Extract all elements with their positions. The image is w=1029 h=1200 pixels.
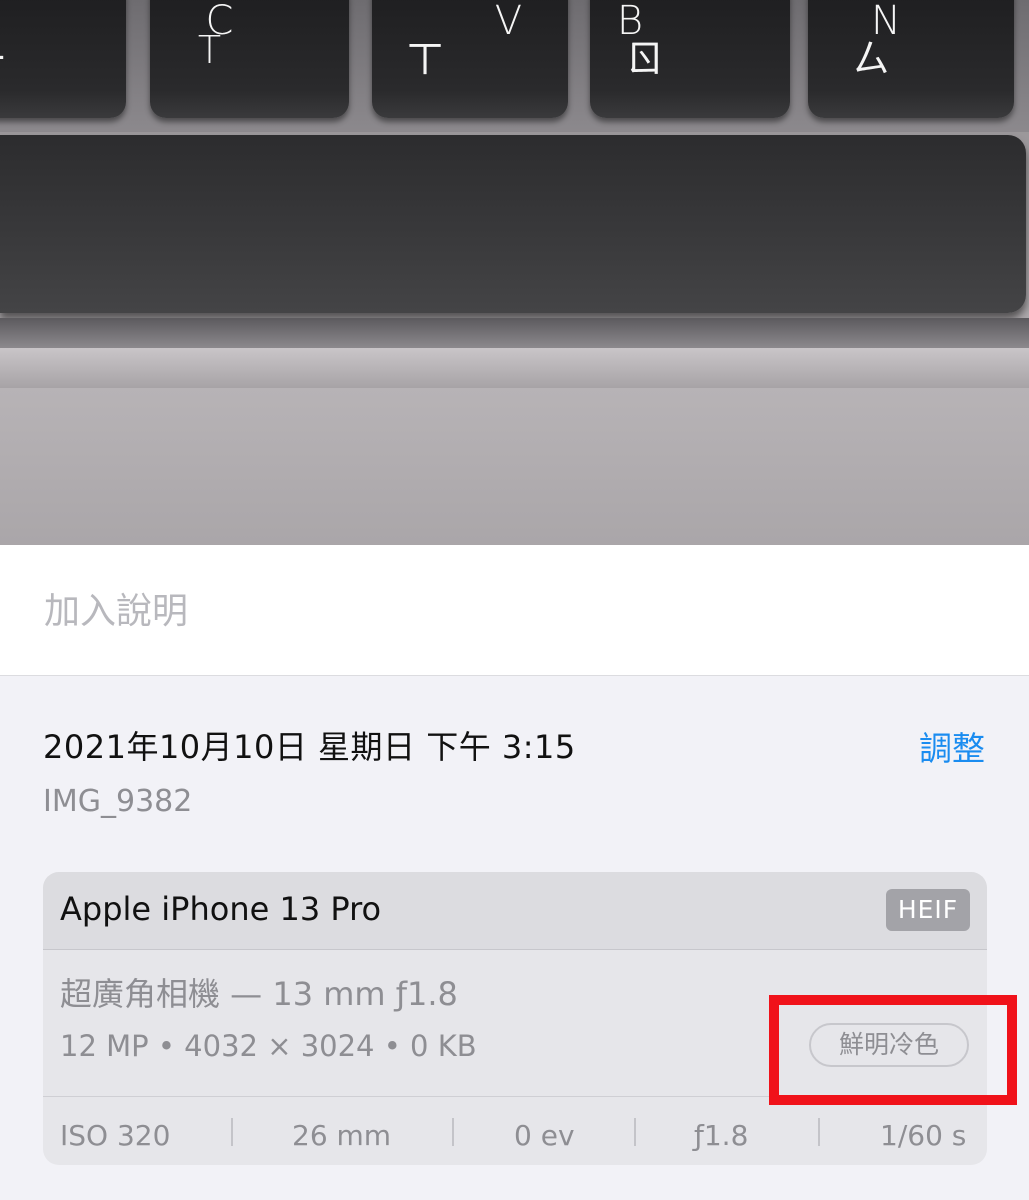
keyboard-key: ㄧ — [0, 0, 126, 118]
keyboard-spacebar — [0, 135, 1026, 313]
highlight-annotation — [769, 995, 1017, 1105]
photo-preview[interactable]: ㄧ C T V ㄒ B ㄖ N ㄙ — [0, 0, 1029, 545]
photo-datetime: 2021年10月10日 星期日 下午 3:15 — [43, 728, 576, 766]
caption-input[interactable] — [42, 575, 986, 647]
camera-info-header: Apple iPhone 13 Pro HEIF — [43, 872, 987, 950]
exif-exposure: 0 ev — [514, 1119, 575, 1152]
key-bopomofo: ㄒ — [405, 37, 444, 81]
key-bopomofo: ㄖ — [625, 37, 664, 81]
keyboard-key: C T — [150, 0, 349, 118]
exif-focal-length: 26 mm — [292, 1119, 392, 1152]
image-specs: 12 MP • 4032 × 3024 • 0 KB — [60, 1029, 477, 1063]
keyboard-row: ㄧ C T V ㄒ B ㄖ N ㄙ — [0, 0, 1029, 132]
laptop-palmrest — [0, 388, 1029, 545]
keyboard-key: N ㄙ — [808, 0, 1014, 118]
photo-filename: IMG_9382 — [43, 784, 193, 819]
exif-shutter: 1/60 s — [880, 1119, 967, 1152]
key-bopomofo: ㄧ — [0, 28, 30, 83]
exif-separator — [231, 1118, 233, 1146]
lens-info: 超廣角相機 — 13 mm ƒ1.8 — [60, 975, 458, 1013]
exif-aperture: ƒ1.8 — [694, 1119, 749, 1152]
keyboard-edge — [0, 348, 1029, 388]
exif-separator — [818, 1118, 820, 1146]
caption-area — [0, 545, 1029, 676]
exif-iso: ISO 320 — [60, 1119, 171, 1152]
adjust-button[interactable]: 調整 — [919, 722, 985, 770]
exif-separator — [452, 1118, 454, 1146]
device-name: Apple iPhone 13 Pro — [60, 890, 382, 928]
key-bopomofo: T — [197, 28, 222, 72]
format-badge: HEIF — [886, 889, 970, 931]
key-bopomofo: ㄙ — [851, 37, 890, 81]
keyboard-ledge — [0, 318, 1029, 348]
exif-separator — [634, 1118, 636, 1146]
keyboard-key: B ㄖ — [590, 0, 790, 118]
